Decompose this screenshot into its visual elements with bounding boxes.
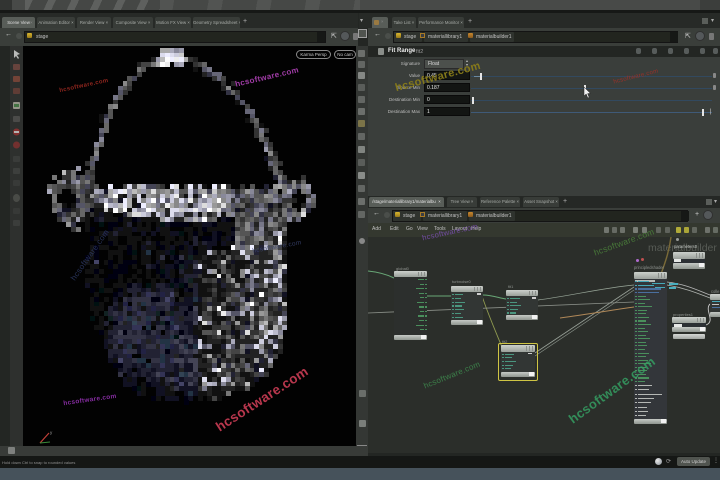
svg-text:y: y — [50, 430, 53, 435]
